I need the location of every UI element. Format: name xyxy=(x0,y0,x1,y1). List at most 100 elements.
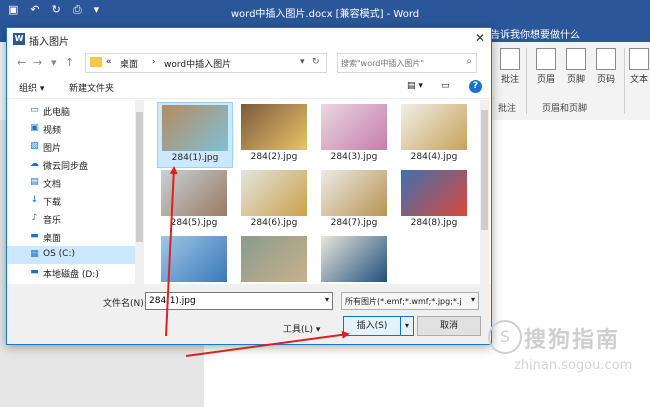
document-icon: ▤ xyxy=(30,177,39,187)
filename-dropdown-icon[interactable]: ▾ xyxy=(325,295,329,304)
search-input[interactable] xyxy=(341,56,453,70)
sidebar-item-label: 微云同步盘 xyxy=(43,162,89,172)
watermark-url: zhinan.sogou.com xyxy=(514,358,633,373)
file-name: 284(6).jpg xyxy=(250,218,298,228)
sidebar-item-label: 桌面 xyxy=(43,234,62,244)
drive-d-icon: ▬ xyxy=(30,267,39,277)
insert-picture-dialog: W 插入图片 ✕ ← → ▾ ↑ « 桌面 › word中插入图片 ▾ ↻ ⌕ … xyxy=(6,27,492,345)
recent-dropdown-icon[interactable]: ▾ xyxy=(51,56,57,69)
sidebar-item-label: OS (C:) xyxy=(43,249,75,259)
drive-c-icon: ▦ xyxy=(30,249,39,259)
sidebar-item[interactable]: ▣ 视频 xyxy=(7,120,135,138)
tell-me-box[interactable]: 告诉我你想要做什么 xyxy=(490,26,580,41)
comment-button[interactable]: 批注 xyxy=(496,48,524,85)
filetype-select[interactable]: 所有图片(*.emf;*.wmf;*.jpg;*.j ▾ xyxy=(341,292,479,310)
address-bar[interactable]: « 桌面 › word中插入图片 ▾ ↻ xyxy=(85,53,327,73)
files-scrollbar[interactable] xyxy=(480,100,489,284)
dialog-title: 插入图片 xyxy=(29,37,69,48)
insert-button[interactable]: 插入(S) xyxy=(343,316,401,336)
sidebar-item[interactable]: ↓ 下载 xyxy=(7,192,135,210)
search-box: ⌕ xyxy=(337,53,477,73)
file-thumbnail xyxy=(321,104,387,150)
sidebar-item[interactable]: ▦ OS (C:) xyxy=(7,246,135,264)
file-name: 284(8).jpg xyxy=(410,218,458,228)
sidebar-item-label: 视频 xyxy=(43,126,62,136)
file-thumbnail xyxy=(401,170,467,216)
up-icon[interactable]: ↑ xyxy=(65,56,74,69)
view-icon[interactable]: ▤ ▾ xyxy=(407,81,423,91)
computer-icon: ▭ xyxy=(30,105,39,115)
file-thumbnail xyxy=(241,236,307,282)
file-item[interactable] xyxy=(237,234,311,284)
new-folder-button[interactable]: 新建文件夹 xyxy=(69,81,114,94)
file-thumbnail xyxy=(162,105,228,151)
footer-button[interactable]: 页脚 xyxy=(562,48,590,85)
video-icon: ▣ xyxy=(30,123,39,133)
file-name: 284(2).jpg xyxy=(250,152,298,162)
sidebar-item[interactable]: ▨ 图片 xyxy=(7,138,135,156)
cancel-button[interactable]: 取消 xyxy=(417,316,481,336)
sidebar-item-label: 图片 xyxy=(43,144,62,154)
search-icon[interactable]: ⌕ xyxy=(466,56,472,67)
refresh-icon[interactable]: ↻ xyxy=(312,57,320,67)
footer-icon xyxy=(566,48,586,70)
picture-icon: ▨ xyxy=(30,141,39,151)
file-item[interactable]: 284(2).jpg xyxy=(237,102,311,166)
file-thumbnail xyxy=(241,170,307,216)
files-scrollbar-thumb[interactable] xyxy=(481,110,488,230)
filetype-dropdown-icon: ▾ xyxy=(470,295,475,304)
download-icon: ↓ xyxy=(30,195,39,205)
breadcrumb-folder[interactable]: word中插入图片 xyxy=(164,57,231,70)
filename-input[interactable] xyxy=(149,294,309,308)
file-name: 284(1).jpg xyxy=(171,153,219,163)
sidebar-item[interactable]: ☁ 微云同步盘 xyxy=(7,156,135,174)
file-item[interactable]: 284(1).jpg xyxy=(157,102,233,168)
filename-field: ▾ xyxy=(145,292,333,310)
file-item[interactable]: 284(5).jpg xyxy=(157,168,231,232)
nav-scrollbar-thumb[interactable] xyxy=(136,112,143,242)
organize-button[interactable]: 组织 ▾ xyxy=(19,81,44,94)
header-button[interactable]: 页眉 xyxy=(532,48,560,85)
sidebar-item-label: 下载 xyxy=(43,198,62,208)
file-name: 284(4).jpg xyxy=(410,152,458,162)
file-item[interactable]: 284(4).jpg xyxy=(397,102,471,166)
sidebar-item[interactable]: ▬ 本地磁盘 (D:) xyxy=(7,264,135,282)
ribbon-separator xyxy=(624,48,625,114)
page-number-button[interactable]: 页码 xyxy=(592,48,620,85)
file-item[interactable]: 284(8).jpg xyxy=(397,168,471,232)
file-item[interactable]: 284(6).jpg xyxy=(237,168,311,232)
breadcrumb-desktop[interactable]: 桌面 xyxy=(120,57,138,70)
dialog-toolbar: 组织 ▾ 新建文件夹 ▤ ▾ ▭ ? xyxy=(7,76,491,99)
file-item[interactable]: 284(7).jpg xyxy=(317,168,391,232)
sogou-logo-icon: S xyxy=(488,320,522,354)
sidebar-item[interactable]: ▤ 文档 xyxy=(7,174,135,192)
file-thumbnail xyxy=(161,170,227,216)
help-icon[interactable]: ? xyxy=(469,80,482,93)
folder-icon xyxy=(90,57,102,67)
back-icon[interactable]: ← xyxy=(17,56,26,69)
sidebar-item[interactable]: ♪ 音乐 xyxy=(7,210,135,228)
sidebar-item-label: 本地磁盘 (D:) xyxy=(43,270,99,280)
desktop-icon: ▬ xyxy=(30,231,39,241)
sidebar-item[interactable]: ▬ 桌面 xyxy=(7,228,135,246)
sidebar-item-label: 文档 xyxy=(43,180,62,190)
tools-button[interactable]: 工具(L) ▾ xyxy=(283,322,320,335)
nav-scrollbar[interactable] xyxy=(135,100,144,284)
filename-label: 文件名(N): xyxy=(103,299,147,309)
insert-dropdown-icon[interactable]: ▾ xyxy=(400,316,414,336)
forward-icon[interactable]: → xyxy=(33,56,42,69)
file-thumbnail xyxy=(321,170,387,216)
file-item[interactable] xyxy=(317,234,391,284)
file-thumbnail xyxy=(321,236,387,282)
file-item[interactable]: 284(3).jpg xyxy=(317,102,391,166)
file-item[interactable] xyxy=(157,234,231,284)
address-dropdown-icon[interactable]: ▾ xyxy=(300,57,305,67)
sidebar-item[interactable]: ▭ 此电脑 xyxy=(7,102,135,120)
sidebar-item-label: 音乐 xyxy=(43,216,62,226)
file-thumbnail xyxy=(241,104,307,150)
music-icon: ♪ xyxy=(31,213,38,223)
dialog-titlebar: W 插入图片 ✕ xyxy=(7,28,491,50)
preview-pane-icon[interactable]: ▭ xyxy=(441,81,450,91)
close-icon[interactable]: ✕ xyxy=(475,31,485,45)
text-button[interactable]: 文本 xyxy=(628,48,650,85)
